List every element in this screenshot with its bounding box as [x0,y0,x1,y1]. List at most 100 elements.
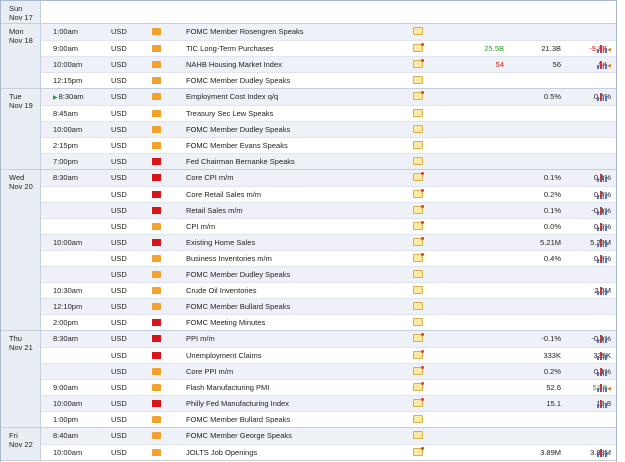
table-row[interactable]: USDBusiness Inventories m/m0.4%0.3% [41,250,616,266]
event-detail-icon[interactable] [413,91,424,100]
event-detail-icon[interactable] [413,76,423,84]
chart-icon[interactable] [597,367,607,376]
event-title[interactable]: Philly Fed Manufacturing Index [186,396,289,411]
table-row[interactable]: 12:10pm USD FOMC Member Bullard Speaks [41,298,616,314]
chart-icon[interactable] [597,334,607,343]
table-row[interactable]: ▶8:30amUSDEmployment Cost Index q/q0.5%0… [41,89,616,105]
event-detail-icon[interactable] [413,125,423,133]
event-detail-icon[interactable] [413,350,424,359]
chart-icon[interactable] [597,92,607,101]
event-detail-icon[interactable] [413,415,423,423]
high-impact-icon [152,158,161,165]
chart-icon[interactable] [597,190,607,199]
event-detail-icon[interactable] [413,447,424,456]
table-row[interactable]: USDCore PPI m/m0.2%0.1% [41,363,616,379]
table-row[interactable]: 10:30amUSDCrude Oil Inventories2.6M [41,282,616,298]
event-title[interactable]: JOLTS Job Openings [186,445,257,460]
event-detail-icon[interactable] [413,109,423,117]
event-detail-icon[interactable] [413,366,424,375]
event-title[interactable]: FOMC Member Dudley Speaks [186,267,290,282]
chart-icon[interactable] [597,351,607,360]
event-title[interactable]: FOMC Meeting Minutes [186,315,265,330]
event-title[interactable]: Crude Oil Inventories [186,283,256,298]
chart-icon[interactable] [597,238,607,247]
event-title[interactable]: TIC Long-Term Purchases [186,41,274,56]
event-title[interactable]: Retail Sales m/m [186,203,243,218]
event-title[interactable]: Unemployment Claims [186,348,261,363]
event-detail-icon[interactable] [413,141,423,149]
table-row[interactable]: 8:30amUSDCore CPI m/m0.1%0.1% [41,170,616,186]
event-detail-icon[interactable] [413,189,424,198]
table-row[interactable]: 7:00pm USD Fed Chairman Bernanke Speaks [41,153,616,169]
event-title[interactable]: FOMC Member Bullard Speaks [186,299,290,314]
table-row[interactable]: 10:00amUSDJOLTS Job Openings3.89M3.88M [41,444,616,460]
table-row[interactable]: 10:00am USD Philly Fed Manufacturing Index… [41,395,616,411]
event-title[interactable]: FOMC Member George Speaks [186,428,292,443]
table-row[interactable]: 8:45am USD Treasury Sec Lew Speaks [41,105,616,121]
chart-icon[interactable] [597,286,607,295]
event-detail-icon[interactable] [413,286,423,294]
event-title[interactable]: Fed Chairman Bernanke Speaks [186,154,295,169]
event-title[interactable]: Business Inventories m/m [186,251,272,266]
table-row[interactable]: USD FOMC Member Dudley Speaks [41,266,616,282]
event-detail-icon[interactable] [413,382,424,391]
table-row[interactable]: USDUnemployment Claims333K339K [41,347,616,363]
event-detail-icon[interactable] [413,333,424,342]
event-detail-icon[interactable] [413,221,424,230]
event-title[interactable]: FOMC Member Rosengren Speaks [186,24,304,39]
table-row[interactable]: USDCore Retail Sales m/m0.2%0.4% [41,186,616,202]
chart-icon[interactable] [597,44,607,53]
currency: USD [111,351,127,360]
table-row[interactable]: 2:00pm USD FOMC Meeting Minutes [41,314,616,330]
event-detail-icon[interactable] [413,431,423,439]
event-title[interactable]: Treasury Sec Lew Speaks [186,106,273,121]
event-title[interactable]: FOMC Member Dudley Speaks [186,122,290,137]
table-row[interactable]: USDRetail Sales m/m0.1%-0.1% [41,202,616,218]
event-detail-icon[interactable] [413,172,424,181]
table-row[interactable]: 1:00pm USD FOMC Member Bullard Speaks [41,411,616,427]
table-row[interactable]: 10:00amUSDNAHB Housing Market Index54565… [41,56,616,72]
table-row[interactable]: 2:15pm USD FOMC Member Evans Speaks [41,137,616,153]
chart-icon[interactable] [597,448,607,457]
event-title[interactable]: PPI m/m [186,331,215,346]
chart-icon[interactable] [597,222,607,231]
chart-icon[interactable] [597,399,607,408]
event-title[interactable]: FOMC Member Evans Speaks [186,138,288,153]
event-title[interactable]: FOMC Member Dudley Speaks [186,73,290,88]
chart-icon[interactable] [597,206,607,215]
event-title[interactable]: NAHB Housing Market Index [186,57,282,72]
event-detail-icon[interactable] [413,270,423,278]
event-title[interactable]: Flash Manufacturing PMI [186,380,269,395]
table-row[interactable]: 10:00am USD FOMC Member Dudley Speaks [41,121,616,137]
chart-icon-bar [605,355,607,360]
event-title[interactable]: Existing Home Sales [186,235,255,250]
event-detail-icon[interactable] [413,253,424,262]
chart-icon[interactable] [597,254,607,263]
table-row[interactable]: 12:15pm USD FOMC Member Dudley Speaks [41,72,616,88]
event-detail-icon[interactable] [413,27,423,35]
chart-icon[interactable] [597,383,607,392]
event-detail-icon[interactable] [413,157,423,165]
event-detail-icon[interactable] [413,59,424,68]
event-detail-icon[interactable] [413,43,424,52]
event-detail-icon[interactable] [413,398,424,407]
table-row[interactable]: 1:00am USD FOMC Member Rosengren Speaks [41,24,616,40]
chart-icon[interactable] [597,60,607,69]
event-detail-icon[interactable] [413,205,424,214]
table-row[interactable]: 10:00amUSDExisting Home Sales5.21M5.29M [41,234,616,250]
event-detail-icon[interactable] [413,237,424,246]
table-row[interactable]: 9:00amUSDFlash Manufacturing PMI52.651.8… [41,379,616,395]
event-title[interactable]: Core Retail Sales m/m [186,187,261,202]
event-title[interactable]: CPI m/m [186,219,215,234]
event-detail-icon[interactable] [413,318,423,326]
event-title[interactable]: Core CPI m/m [186,170,234,185]
table-row[interactable]: USDCPI m/m0.0%0.2% [41,218,616,234]
table-row[interactable]: 9:00am USD TIC Long-Term Purchases 25.5B 21.… [41,40,616,56]
table-row[interactable]: 8:30amUSDPPI m/m-0.1%-0.1% [41,331,616,347]
chart-icon[interactable] [597,173,607,182]
event-title[interactable]: Core PPI m/m [186,364,233,379]
event-title[interactable]: FOMC Member Bullard Speaks [186,412,290,427]
table-row[interactable]: 8:40am USD FOMC Member George Speaks [41,428,616,444]
event-detail-icon[interactable] [413,302,423,310]
event-title[interactable]: Employment Cost Index q/q [186,89,278,104]
